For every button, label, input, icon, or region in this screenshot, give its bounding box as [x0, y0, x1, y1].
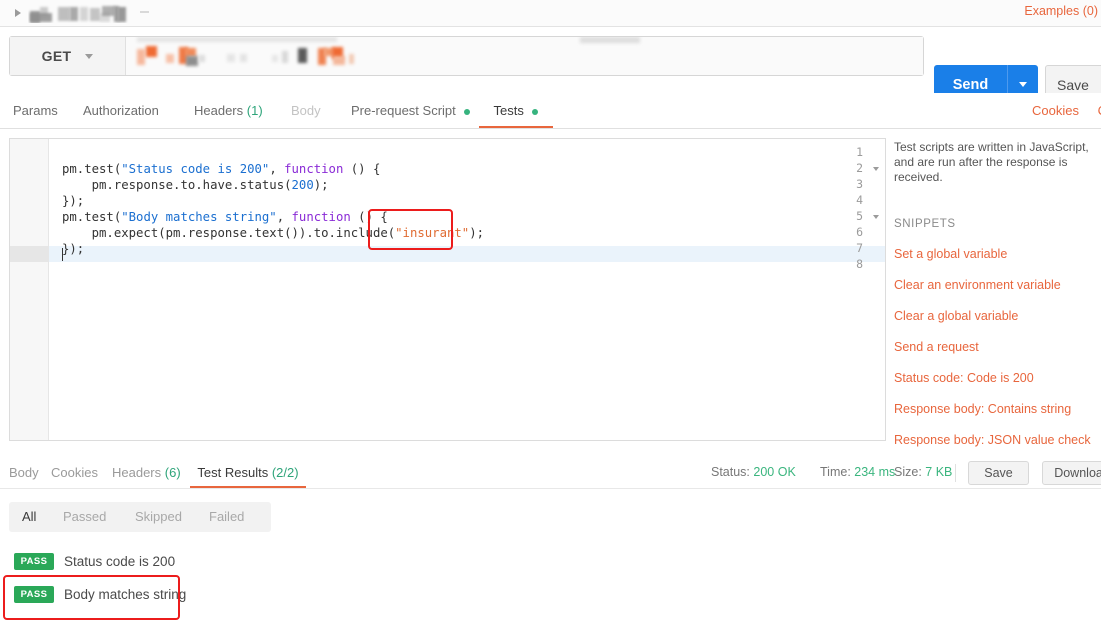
- response-tab-test-results-count: (2/2): [271, 465, 299, 480]
- token-body-string: "Body matches string": [121, 210, 277, 224]
- examples-link[interactable]: Examples (0): [1024, 4, 1098, 18]
- postman-app: Examples (0) GET Send Save Params Author…: [0, 0, 1101, 627]
- tab-pre-request-script[interactable]: Pre-request Script: [351, 93, 471, 128]
- tab-body[interactable]: Body: [291, 93, 321, 128]
- tab-headers[interactable]: Headers (1): [194, 93, 263, 128]
- editor-code-content[interactable]: pm.test("Status code is 200", function (…: [50, 139, 885, 440]
- filter-passed[interactable]: Passed: [63, 502, 106, 532]
- save-response-button[interactable]: Save: [968, 461, 1029, 485]
- editor-active-gutter: [10, 246, 49, 262]
- tab-tests[interactable]: Tests: [479, 93, 553, 128]
- status-value: 200 OK: [753, 465, 796, 479]
- code-line-4: });: [62, 194, 85, 208]
- filter-skipped[interactable]: Skipped: [135, 502, 182, 532]
- test-result-row[interactable]: PASS Body matches string: [0, 580, 500, 614]
- response-tab-cookies-label: Cookies: [51, 465, 98, 480]
- redacted-tab-name[interactable]: [28, 3, 130, 23]
- token-function-kw: function: [284, 162, 344, 176]
- response-tab-cookies[interactable]: Cookies: [51, 457, 98, 488]
- method-url-group: GET: [9, 36, 924, 76]
- snippet-clear-global-variable[interactable]: Clear a global variable: [894, 309, 1101, 323]
- filter-all[interactable]: All: [22, 502, 36, 532]
- snippets-panel: Test scripts are written in JavaScript, …: [894, 140, 1101, 447]
- time-value: 234 ms: [854, 465, 896, 479]
- cookies-link[interactable]: Cookies: [1032, 93, 1079, 128]
- chevron-down-icon: [85, 53, 94, 59]
- status-badge: PASS: [14, 586, 54, 603]
- tab-authorization-label: Authorization: [83, 103, 159, 118]
- snippet-clear-environment-variable[interactable]: Clear an environment variable: [894, 278, 1101, 292]
- tab-headers-count: (1): [246, 103, 263, 118]
- test-result-name: Status code is 200: [64, 554, 176, 569]
- time-label: Time:: [820, 465, 851, 479]
- download-response-button[interactable]: Download: [1042, 461, 1101, 485]
- redacted-tab-separator: [140, 11, 149, 13]
- snippet-set-global-variable[interactable]: Set a global variable: [894, 247, 1101, 261]
- pre-request-script-active-dot-icon: [464, 108, 471, 115]
- response-tab-headers-label: Headers: [112, 465, 162, 480]
- response-section-tabs: Body Cookies Headers (6) Test Results (2…: [0, 457, 1101, 489]
- snippets-heading: SNIPPETS: [894, 218, 956, 230]
- test-result-row[interactable]: PASS Status code is 200: [0, 547, 500, 581]
- code-line-7: });: [62, 242, 85, 256]
- size-value: 7 KB: [925, 465, 953, 479]
- response-tab-body[interactable]: Body: [9, 457, 39, 488]
- size-label: Size:: [894, 465, 922, 479]
- request-tab-strip: Examples (0): [0, 0, 1101, 27]
- snippet-response-body-contains-string[interactable]: Response body: Contains string: [894, 402, 1101, 416]
- code-line-6: pm.expect(pm.response.text()).to.include…: [62, 226, 485, 240]
- url-ghost-line-2: [580, 37, 640, 43]
- tab-expand-caret-icon[interactable]: [15, 9, 21, 17]
- http-method-selector[interactable]: GET: [10, 37, 126, 75]
- response-tab-headers-count: (6): [164, 465, 181, 480]
- status-label: Status:: [711, 465, 750, 479]
- tab-tests-label: Tests: [493, 103, 524, 118]
- url-input[interactable]: [127, 37, 923, 75]
- size-meta: Size: 7 KB: [894, 457, 952, 488]
- filter-failed[interactable]: Failed: [209, 502, 244, 532]
- status-badge: PASS: [14, 553, 54, 570]
- token-insurant-string: "insurant": [395, 226, 470, 240]
- tests-active-dot-icon: [532, 108, 539, 115]
- snippets-description: Test scripts are written in JavaScript, …: [894, 140, 1089, 184]
- token-200: 200: [291, 178, 314, 192]
- editor-gutter: [10, 139, 49, 440]
- tab-authorization[interactable]: Authorization: [83, 93, 159, 128]
- request-section-tabs: Params Authorization Headers (1) Body Pr…: [0, 93, 1101, 129]
- code-line-2: pm.test("Status code is 200", function (…: [62, 162, 381, 176]
- code-link[interactable]: C: [1098, 93, 1101, 128]
- code-line-5: pm.test("Body matches string", function …: [62, 210, 388, 224]
- status-meta: Status: 200 OK: [711, 457, 796, 488]
- snippet-send-a-request[interactable]: Send a request: [894, 340, 1101, 354]
- code-line-3: pm.response.to.have.status(200);: [62, 178, 329, 192]
- tab-params[interactable]: Params: [13, 93, 58, 128]
- tab-params-label: Params: [13, 103, 58, 118]
- tab-headers-label: Headers: [194, 103, 244, 118]
- time-meta: Time: 234 ms: [820, 457, 895, 488]
- url-ghost-line: [137, 37, 337, 42]
- snippet-response-body-json-value-check[interactable]: Response body: JSON value check: [894, 433, 1101, 447]
- tab-pre-request-script-label: Pre-request Script: [351, 103, 456, 118]
- snippet-status-code-is-200[interactable]: Status code: Code is 200: [894, 371, 1101, 385]
- text-cursor: [62, 248, 63, 261]
- response-tab-test-results[interactable]: Test Results (2/2): [190, 457, 306, 488]
- response-tab-body-label: Body: [9, 465, 39, 480]
- request-url-row: GET Send Save: [0, 27, 1101, 104]
- tab-body-label: Body: [291, 103, 321, 118]
- token-status-string: "Status code is 200": [121, 162, 270, 176]
- tests-script-editor[interactable]: 1 2 3 4 5 6 7 8 pm.test("Status code is …: [9, 138, 886, 441]
- response-tab-test-results-label: Test Results: [197, 465, 269, 480]
- token-function-kw: function: [291, 210, 351, 224]
- test-result-name: Body matches string: [64, 587, 187, 602]
- meta-divider: [955, 464, 956, 482]
- response-tab-headers[interactable]: Headers (6): [112, 457, 181, 488]
- http-method-label: GET: [41, 48, 72, 64]
- test-result-filters: All Passed Skipped Failed: [9, 502, 271, 532]
